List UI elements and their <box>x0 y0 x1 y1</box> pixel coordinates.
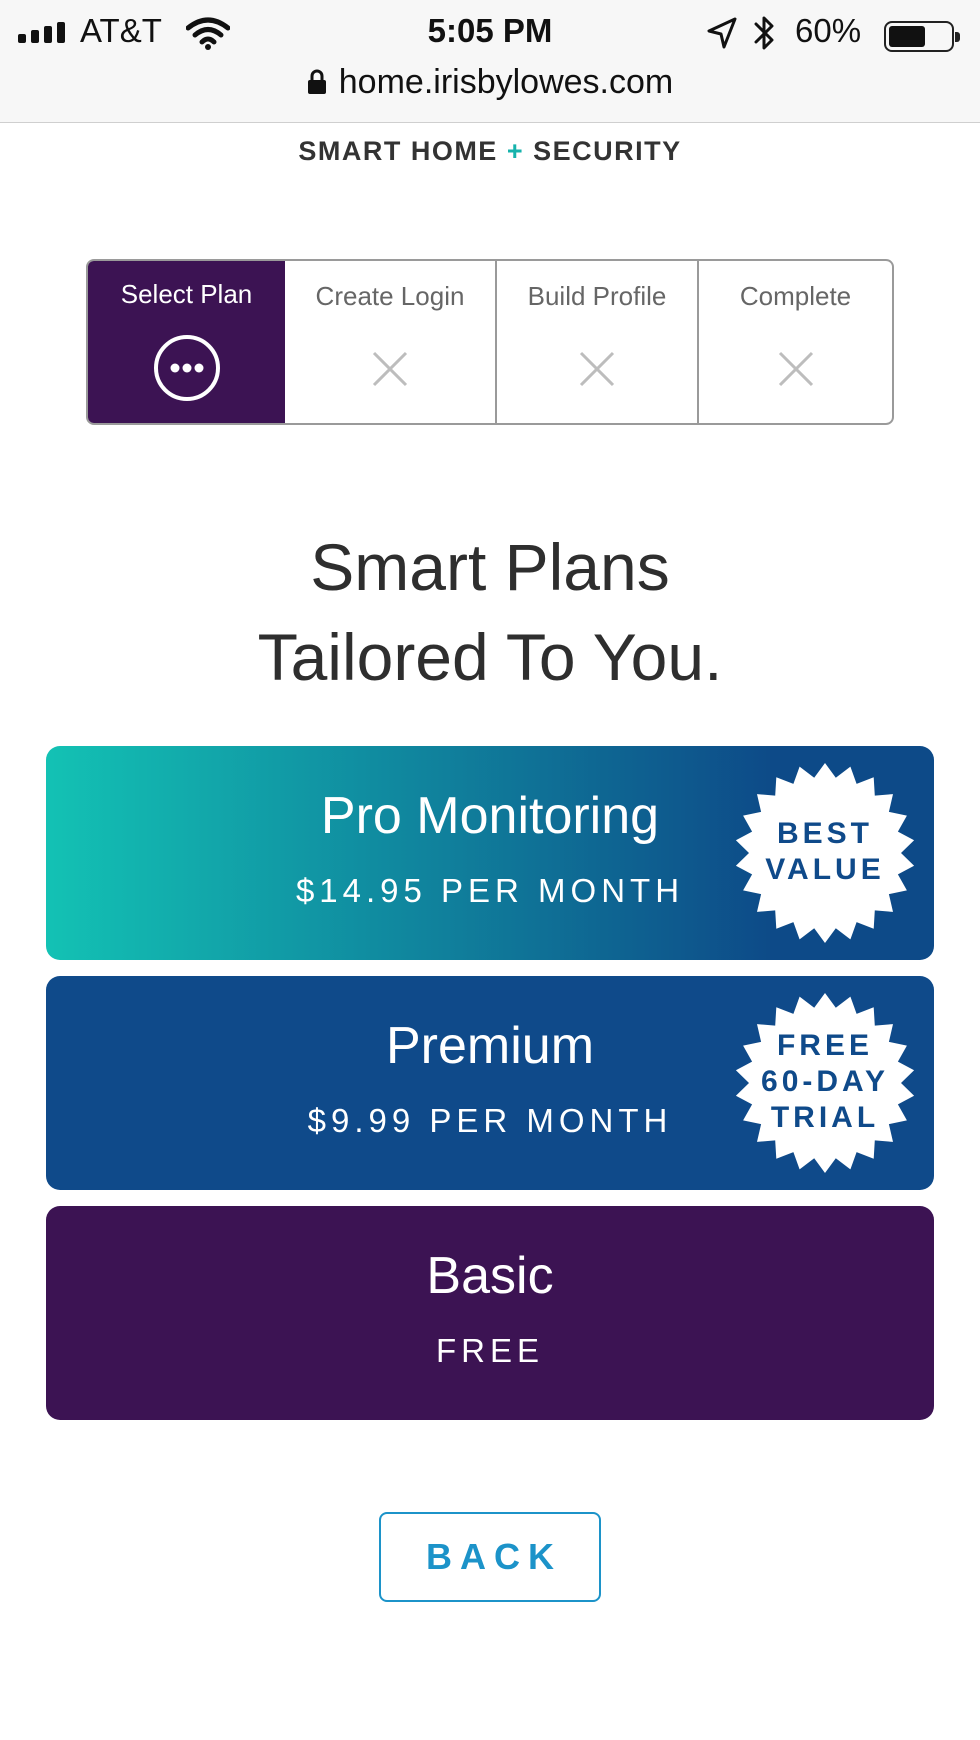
plan-card-basic[interactable]: Basic FREE <box>46 1206 934 1420</box>
step-label: Build Profile <box>527 281 667 311</box>
tagline-left: SMART HOME <box>298 136 498 166</box>
lock-icon <box>307 69 326 94</box>
browser-chrome: AT&T 5:05 PM 60% home.irisbylowes.com <box>0 0 980 123</box>
headline-line-1: Smart Plans <box>310 530 670 604</box>
x-icon <box>778 351 813 387</box>
badge-line: 60-DAY <box>761 1065 889 1098</box>
step-create-login: Create Login <box>285 261 497 423</box>
bluetooth-icon <box>754 16 774 50</box>
tagline-right: SECURITY <box>533 136 682 166</box>
step-complete: Complete <box>699 261 892 423</box>
plan-name: Basic <box>426 1247 554 1305</box>
location-icon <box>707 17 737 49</box>
headline-line-2: Tailored To You. <box>257 620 723 694</box>
battery-percent: 60% <box>795 12 862 49</box>
page-headline: Smart Plans Tailored To You. <box>0 522 980 702</box>
url-bar[interactable]: home.irisbylowes.com <box>0 60 980 104</box>
x-icon <box>372 351 408 387</box>
badge-line: VALUE <box>765 853 885 886</box>
status-bar: AT&T 5:05 PM 60% <box>0 8 980 58</box>
back-button[interactable]: BACK <box>379 1512 601 1602</box>
best-value-badge: BEST VALUE <box>732 760 918 946</box>
step-label: Create Login <box>315 281 465 311</box>
url-text: home.irisbylowes.com <box>338 62 674 101</box>
free-trial-badge: FREE 60-DAY TRIAL <box>732 990 918 1176</box>
plan-price: FREE <box>435 1332 544 1369</box>
badge-line: TRIAL <box>770 1101 880 1134</box>
battery-icon <box>884 21 960 52</box>
step-label: Complete <box>739 281 852 311</box>
signup-stepper: Select Plan Create Login Build Profile C… <box>86 259 894 425</box>
plan-card-premium[interactable]: Premium $9.99 PER MONTH FREE 60-DAY TRIA… <box>46 976 934 1190</box>
plan-card-pro-monitoring[interactable]: Pro Monitoring $14.95 PER MONTH BEST VAL… <box>46 746 934 960</box>
step-select-plan: Select Plan <box>88 261 285 423</box>
badge-line: FREE <box>776 1029 873 1062</box>
step-build-profile: Build Profile <box>497 261 699 423</box>
tagline-plus: + <box>506 136 525 166</box>
step-label: Select Plan <box>120 279 253 309</box>
x-icon <box>579 351 615 387</box>
more-dots-icon <box>153 335 220 401</box>
badge-line: BEST <box>776 817 873 850</box>
brand-tagline: SMART HOME + SECURITY <box>0 136 980 167</box>
